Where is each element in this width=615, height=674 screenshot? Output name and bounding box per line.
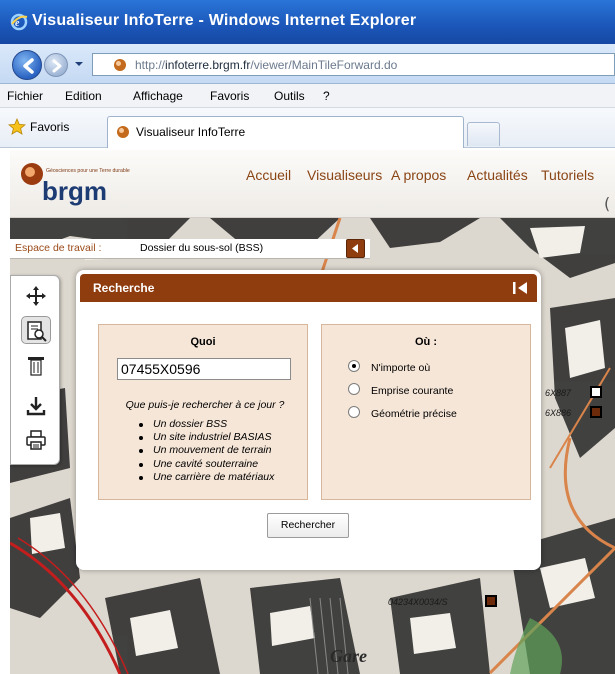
url-path: /viewer/MainTileForward.do	[250, 58, 398, 72]
favorites-bar: Favoris Visualiseur InfoTerre	[0, 108, 615, 148]
search-input[interactable]: 07455X0596	[117, 358, 291, 380]
nav-visualiseurs[interactable]: Visualiseurs	[307, 167, 382, 183]
nav-tutoriels[interactable]: Tutoriels	[541, 167, 594, 183]
tab-title: Visualiseur InfoTerre	[136, 125, 246, 139]
map-label-2: 6X886	[545, 408, 572, 418]
logo-text: brgm	[42, 176, 107, 206]
map-tool-palette	[10, 275, 60, 465]
list-item: Un site industriel BASIAS	[137, 431, 274, 444]
window-titlebar: e Visualiseur InfoTerre - Windows Intern…	[0, 0, 615, 44]
url-host: infoterre.brgm.fr	[165, 58, 251, 72]
menu-fichier[interactable]: Fichier	[7, 89, 43, 103]
borehole-icon	[28, 357, 44, 376]
favorites-star-icon	[8, 118, 26, 135]
svg-text:e: e	[15, 18, 20, 29]
tab-infoterre[interactable]: Visualiseur InfoTerre	[107, 116, 464, 148]
list-item: Une carrière de matériaux	[137, 471, 274, 484]
menu-edition[interactable]: Edition	[65, 89, 102, 103]
site-favicon-icon	[114, 59, 126, 71]
page-content: Géosciences pour une Terre durable brgm …	[10, 150, 615, 674]
brgm-logo[interactable]: Géosciences pour une Terre durable brgm	[18, 162, 170, 206]
map-marker-1[interactable]	[590, 386, 602, 398]
print-icon	[26, 430, 46, 450]
print-tool[interactable]	[21, 426, 51, 454]
menu-outils[interactable]: Outils	[274, 89, 305, 103]
ie-logo-icon: e	[10, 13, 28, 31]
map-marker-2[interactable]	[590, 406, 602, 418]
ou-panel: Où : N'importe où Emprise courante Géomé…	[321, 324, 531, 500]
menu-affichage[interactable]: Affichage	[133, 89, 183, 103]
forward-button[interactable]	[44, 53, 68, 77]
ou-title: Où :	[415, 336, 437, 348]
nav-accueil[interactable]: Accueil	[246, 167, 291, 183]
borehole-tool[interactable]	[21, 352, 51, 380]
search-dialog: Recherche Quoi 07455X0596 Que puis-je re…	[76, 270, 541, 570]
map-label-1: 6X887	[545, 388, 572, 398]
tab-favicon-icon	[117, 126, 129, 138]
menu-help[interactable]: ?	[323, 89, 330, 103]
header-cut-text: (	[604, 194, 611, 213]
url-prefix: http://	[135, 58, 166, 72]
menu-favoris[interactable]: Favoris	[210, 89, 249, 103]
searchable-types-list: Un dossier BSS Un site industriel BASIAS…	[137, 418, 274, 484]
workspace-collapse-button[interactable]	[346, 239, 365, 258]
nav-actualites[interactable]: Actualités	[467, 167, 528, 183]
collapse-panel-icon[interactable]	[510, 279, 530, 297]
history-dropdown-icon[interactable]	[74, 58, 84, 70]
search-document-icon	[27, 321, 47, 342]
download-tool[interactable]	[21, 392, 51, 420]
menu-bar: Fichier Edition Affichage Favoris Outils…	[0, 84, 615, 108]
radio-label: N'importe où	[371, 362, 431, 374]
favorites-label: Favoris	[30, 120, 70, 134]
window-title: Visualiseur InfoTerre - Windows Internet…	[32, 12, 417, 29]
pan-tool[interactable]	[21, 282, 51, 310]
workspace-bar[interactable]: Espace de travail : Dossier du sous-sol …	[10, 239, 370, 259]
download-icon	[26, 397, 46, 416]
radio-button[interactable]	[348, 383, 360, 395]
map-marker-3[interactable]	[485, 595, 497, 607]
logo-tagline: Géosciences pour une Terre durable	[46, 168, 130, 174]
quoi-panel: Quoi 07455X0596 Que puis-je rechercher à…	[98, 324, 308, 500]
dialog-header: Recherche	[80, 274, 537, 302]
map-place-label: Gare	[330, 646, 367, 666]
radio-button[interactable]	[348, 360, 360, 372]
url-text: http://infoterre.brgm.fr/viewer/MainTile…	[135, 58, 397, 72]
list-item: Une cavité souterraine	[137, 458, 274, 471]
radio-button[interactable]	[348, 406, 360, 418]
url-field[interactable]: http://infoterre.brgm.fr/viewer/MainTile…	[92, 53, 615, 76]
radio-label: Emprise courante	[371, 385, 454, 397]
quoi-title: Quoi	[190, 336, 216, 348]
list-item: Un dossier BSS	[137, 418, 274, 431]
new-tab-button[interactable]	[467, 122, 500, 146]
back-button[interactable]	[12, 50, 42, 80]
search-hint: Que puis-je rechercher à ce jour ?	[125, 399, 285, 411]
site-header: Géosciences pour une Terre durable brgm …	[10, 150, 615, 218]
nav-a-propos[interactable]: A propos	[391, 167, 446, 183]
radio-label: Géométrie précise	[371, 408, 457, 420]
arrow-left-icon	[352, 244, 358, 253]
map-label-3: 04234X0034/S	[388, 597, 448, 607]
move-arrows-icon	[26, 286, 46, 306]
dialog-title: Recherche	[93, 281, 155, 295]
back-arrow-icon	[23, 58, 34, 74]
forward-arrow-icon	[52, 59, 62, 73]
list-item: Un mouvement de terrain	[137, 444, 274, 457]
address-toolbar: http://infoterre.brgm.fr/viewer/MainTile…	[0, 44, 615, 84]
search-button[interactable]: Rechercher	[267, 513, 349, 538]
workspace-value: Dossier du sous-sol (BSS)	[140, 242, 264, 254]
search-tool[interactable]	[21, 316, 51, 344]
workspace-label: Espace de travail :	[15, 242, 102, 254]
